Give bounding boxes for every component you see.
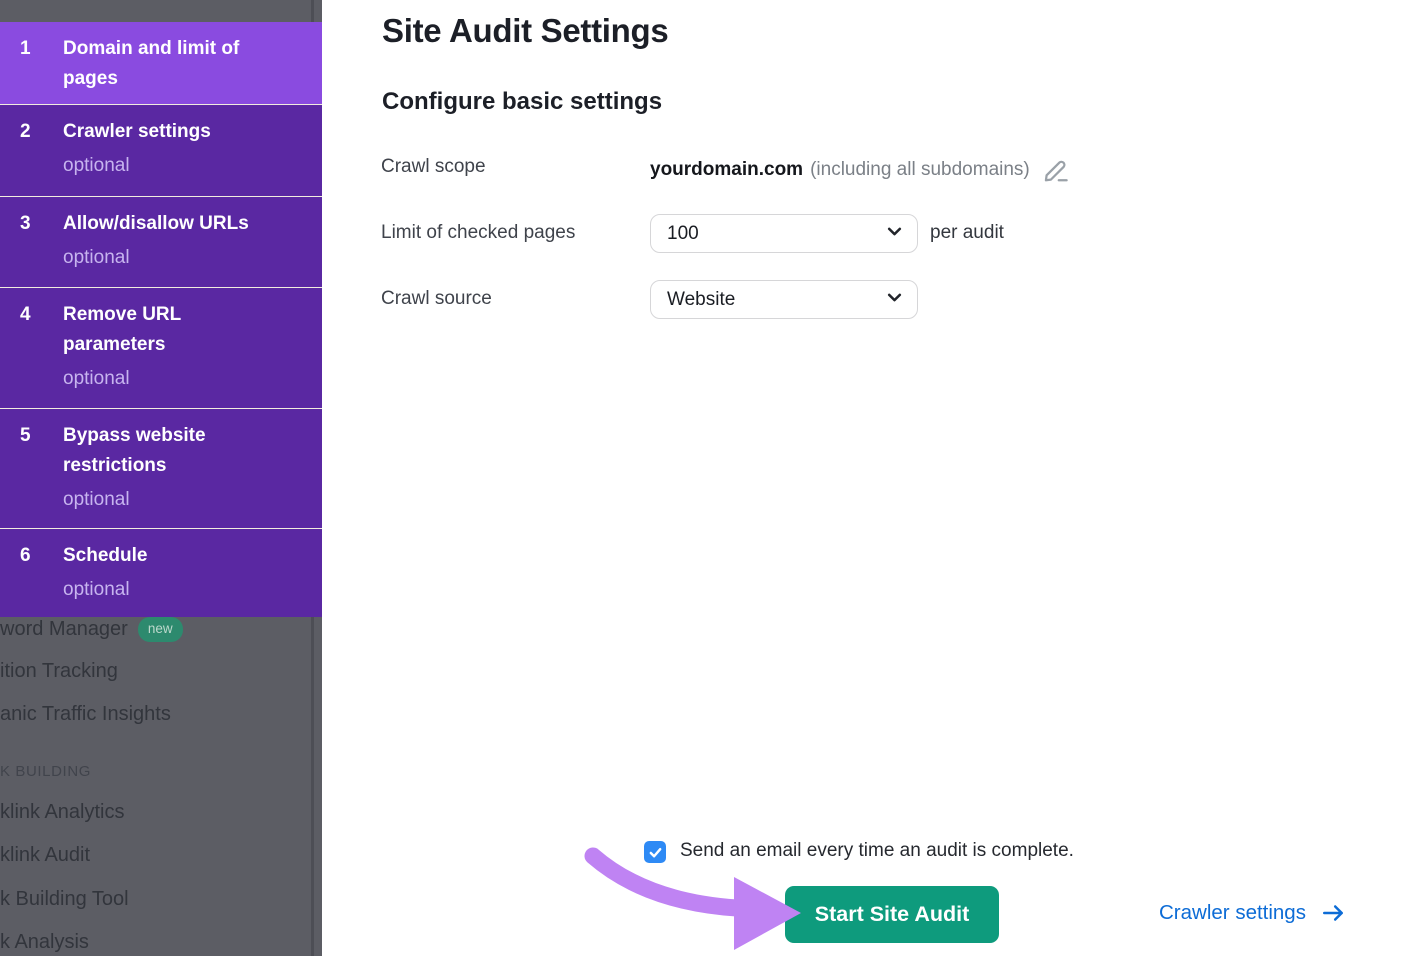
section-title: Configure basic settings	[382, 88, 662, 116]
step-title: Crawler settings	[63, 117, 211, 147]
sidebar-section-link-building: K BUILDING	[0, 763, 91, 780]
crawl-scope-domain: yourdomain.com	[650, 159, 803, 181]
sidebar-item-position-tracking[interactable]: ition Tracking	[0, 660, 118, 683]
sidebar-item-link-building-tool[interactable]: k Building Tool	[0, 888, 129, 911]
step-number: 6	[20, 541, 63, 617]
sidebar-item-label: word Manager	[0, 618, 128, 641]
step-title: Schedule	[63, 541, 147, 571]
limit-pages-select[interactable]: 100	[650, 214, 918, 253]
email-checkbox-label[interactable]: Send an email every time an audit is com…	[680, 840, 1074, 862]
site-audit-settings-screen: word Manager new ition Tracking anic Tra…	[0, 0, 1401, 956]
step-title: Remove URL parameters	[63, 300, 181, 360]
step-optional-label: optional	[63, 487, 206, 513]
step-title: Domain and limit of pages	[63, 34, 239, 94]
wizard-step-remove-url-parameters[interactable]: 4 Remove URL parameters optional	[0, 288, 322, 409]
start-site-audit-button[interactable]: Start Site Audit	[785, 886, 999, 943]
wizard-step-bypass-website-restrictions[interactable]: 5 Bypass website restrictions optional	[0, 409, 322, 529]
new-badge: new	[138, 617, 183, 642]
crawler-settings-link-label: Crawler settings	[1159, 901, 1306, 925]
sidebar-item-label: k Analysis	[0, 931, 89, 954]
sidebar-item-label: klink Audit	[0, 844, 90, 867]
step-number: 4	[20, 300, 63, 408]
wizard-step-domain-and-limit[interactable]: 1 Domain and limit of pages	[0, 22, 322, 105]
chevron-down-icon	[886, 223, 903, 245]
step-number: 1	[20, 34, 63, 104]
crawler-settings-link[interactable]: Crawler settings	[1159, 901, 1345, 925]
step-title: Bypass website restrictions	[63, 421, 206, 481]
step-number: 2	[20, 117, 63, 196]
wizard-step-crawler-settings[interactable]: 2 Crawler settings optional	[0, 105, 322, 197]
crawl-scope-label: Crawl scope	[381, 156, 486, 178]
arrow-right-icon	[1321, 902, 1345, 924]
step-number: 3	[20, 209, 63, 287]
sidebar-item-label: anic Traffic Insights	[0, 703, 171, 726]
sidebar-item-link-analysis[interactable]: k Analysis	[0, 931, 89, 954]
chevron-down-icon	[886, 289, 903, 311]
step-number: 5	[20, 421, 63, 528]
sidebar-item-label: klink Analytics	[0, 801, 125, 824]
page-title: Site Audit Settings	[382, 12, 668, 50]
wizard-steps-nav: 1 Domain and limit of pages 2 Crawler se…	[0, 22, 322, 617]
sidebar-item-label: ition Tracking	[0, 660, 118, 683]
step-optional-label: optional	[63, 577, 147, 603]
pencil-icon[interactable]	[1043, 156, 1070, 183]
email-checkbox[interactable]	[644, 841, 666, 863]
sidebar-item-keyword-manager[interactable]: word Manager new	[0, 617, 183, 642]
check-icon	[648, 845, 663, 860]
crawl-source-select[interactable]: Website	[650, 280, 918, 319]
step-optional-label: optional	[63, 366, 181, 392]
sidebar-item-label: k Building Tool	[0, 888, 129, 911]
wizard-step-schedule[interactable]: 6 Schedule optional	[0, 529, 322, 617]
step-optional-label: optional	[63, 245, 249, 271]
sidebar-item-organic-traffic-insights[interactable]: anic Traffic Insights	[0, 703, 171, 726]
wizard-step-allow-disallow-urls[interactable]: 3 Allow/disallow URLs optional	[0, 197, 322, 288]
step-title: Allow/disallow URLs	[63, 209, 249, 239]
sidebar-item-backlink-analytics[interactable]: klink Analytics	[0, 801, 125, 824]
crawl-scope-value: yourdomain.com (including all subdomains…	[650, 156, 1070, 183]
limit-pages-selected-value: 100	[667, 223, 886, 245]
crawl-source-selected-value: Website	[667, 289, 886, 311]
step-optional-label: optional	[63, 153, 211, 179]
crawl-scope-note: (including all subdomains)	[810, 159, 1030, 181]
limit-pages-label: Limit of checked pages	[381, 222, 575, 244]
sidebar-item-backlink-audit[interactable]: klink Audit	[0, 844, 90, 867]
per-audit-suffix: per audit	[930, 222, 1004, 244]
settings-panel: Site Audit Settings Configure basic sett…	[322, 0, 1401, 956]
crawl-source-label: Crawl source	[381, 288, 492, 310]
